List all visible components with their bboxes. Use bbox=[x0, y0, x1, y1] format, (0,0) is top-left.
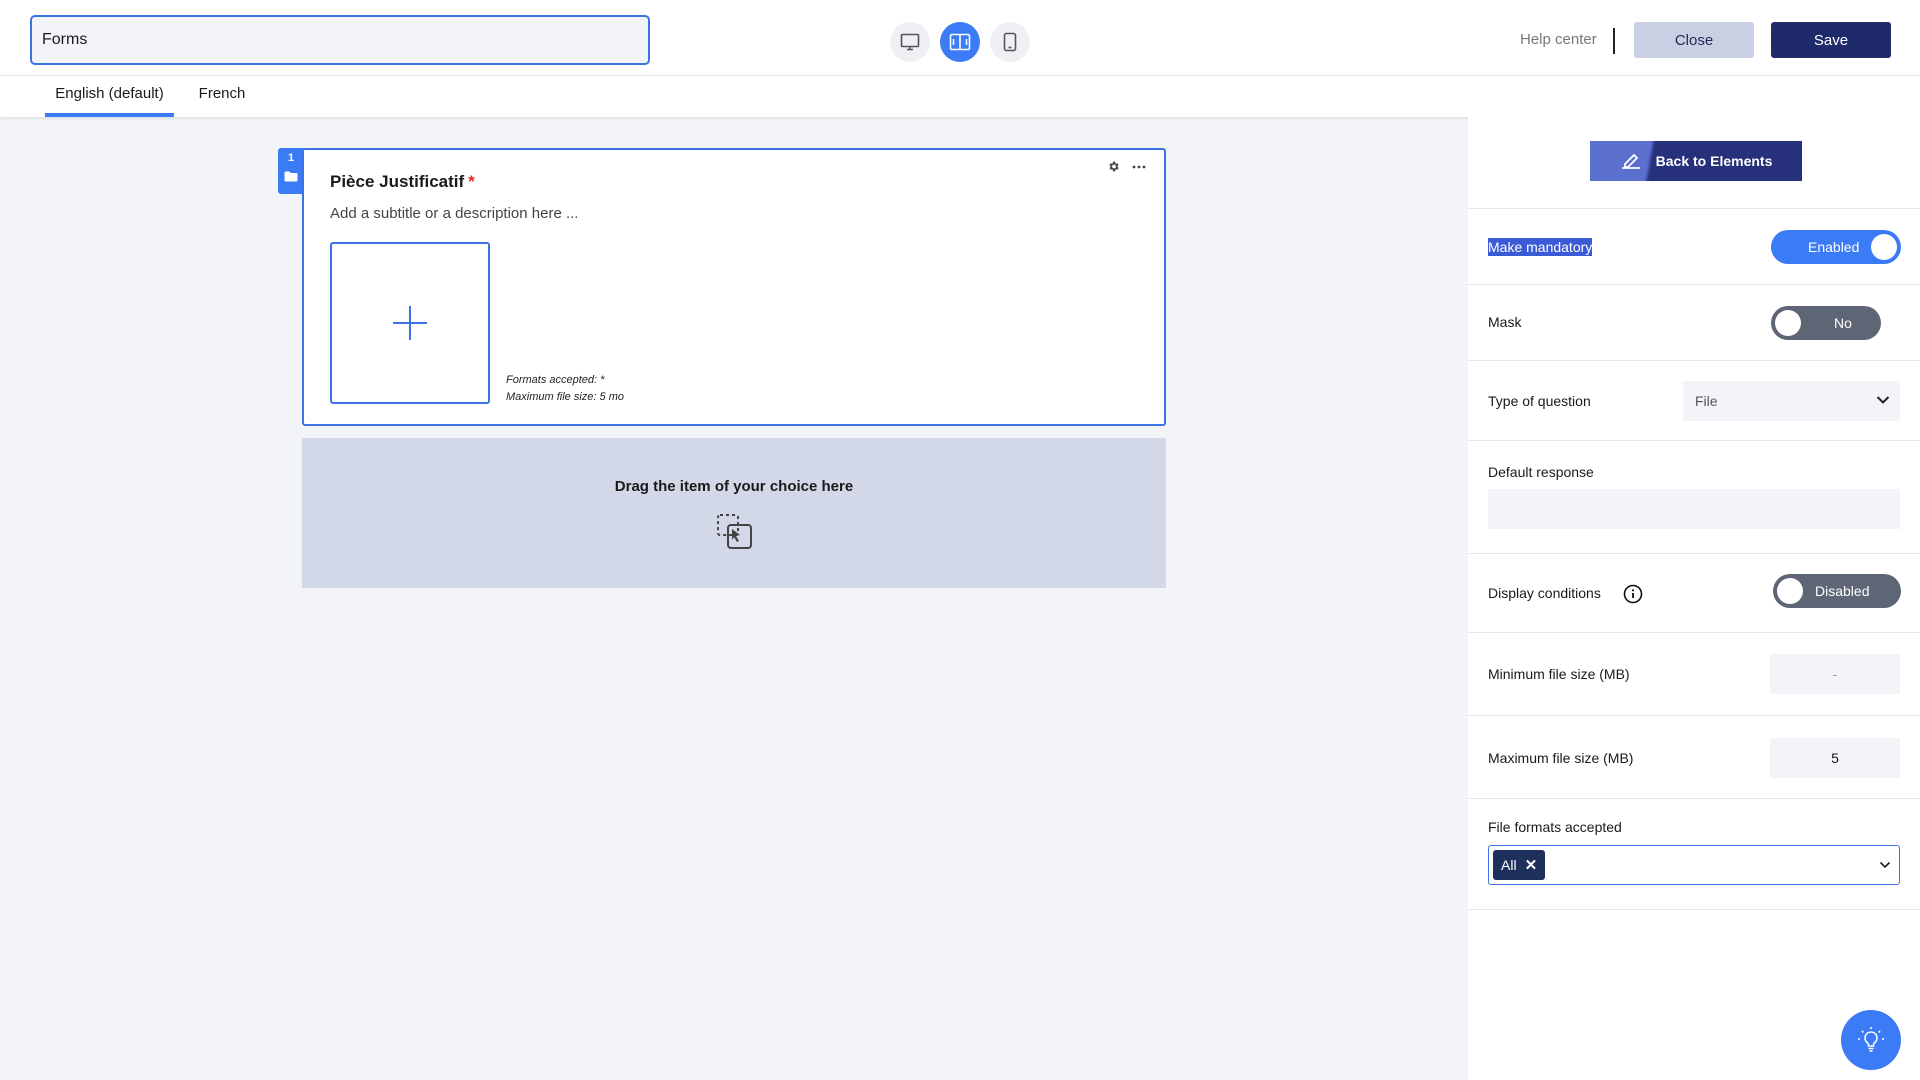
file-upload-box[interactable] bbox=[330, 242, 490, 404]
edit-icon bbox=[1621, 153, 1640, 169]
drop-zone-text: Drag the item of your choice here bbox=[614, 478, 854, 495]
save-button[interactable]: Save bbox=[1771, 22, 1891, 58]
desktop-icon bbox=[900, 33, 920, 51]
row-min-file-size: Minimum file size (MB) - bbox=[1468, 633, 1920, 716]
mobile-icon bbox=[1003, 32, 1017, 52]
row-type-of-question: Type of question File bbox=[1468, 361, 1920, 441]
format-chip-all: All ✕ bbox=[1493, 850, 1546, 880]
default-response-input[interactable] bbox=[1488, 489, 1900, 529]
tab-french[interactable]: French bbox=[190, 76, 254, 117]
required-marker: * bbox=[468, 172, 475, 191]
drop-zone[interactable]: Drag the item of your choice here bbox=[302, 438, 1166, 588]
mask-label: Mask bbox=[1488, 314, 1522, 330]
plus-icon bbox=[393, 306, 427, 340]
drag-drop-icon bbox=[717, 514, 752, 549]
question-number: 1 bbox=[287, 152, 295, 164]
folder-icon bbox=[284, 171, 298, 182]
mask-toggle[interactable]: No bbox=[1771, 306, 1881, 340]
type-of-question-label: Type of question bbox=[1488, 393, 1591, 409]
help-center-link[interactable]: Help center bbox=[1520, 31, 1597, 48]
chevron-down-icon bbox=[1876, 396, 1890, 404]
file-formats-label: File formats accepted bbox=[1488, 819, 1622, 835]
desktop-view-button[interactable] bbox=[890, 22, 930, 62]
make-mandatory-label: Make mandatory bbox=[1488, 238, 1593, 256]
display-conditions-label: Display conditions bbox=[1488, 585, 1601, 601]
min-file-size-label: Minimum file size (MB) bbox=[1488, 666, 1630, 682]
tips-button[interactable] bbox=[1841, 1010, 1901, 1070]
tab-english[interactable]: English (default) bbox=[45, 76, 174, 117]
make-mandatory-value: Enabled bbox=[1808, 239, 1860, 255]
upload-info: Formats accepted: * Maximum file size: 5… bbox=[506, 372, 624, 406]
properties-panel: Back to Elements Make mandatory Enabled … bbox=[1468, 117, 1920, 1080]
more-icon[interactable] bbox=[1132, 165, 1146, 169]
row-file-formats: File formats accepted All ✕ bbox=[1468, 799, 1920, 910]
default-response-label: Default response bbox=[1488, 464, 1594, 480]
row-display-conditions: Display conditions Disabled bbox=[1468, 554, 1920, 633]
question-title-text: Pièce Justificatif bbox=[330, 172, 465, 191]
row-mask: Mask No bbox=[1468, 285, 1920, 361]
file-formats-select[interactable]: All ✕ bbox=[1488, 845, 1900, 885]
type-of-question-select[interactable]: File bbox=[1683, 381, 1900, 421]
lightbulb-icon bbox=[1858, 1027, 1884, 1052]
max-file-size-input[interactable]: 5 bbox=[1770, 738, 1900, 778]
info-icon[interactable] bbox=[1623, 584, 1643, 604]
back-to-elements-label: Back to Elements bbox=[1655, 153, 1773, 169]
type-of-question-value: File bbox=[1695, 393, 1718, 409]
row-default-response: Default response bbox=[1468, 441, 1920, 554]
min-file-size-input[interactable]: - bbox=[1770, 654, 1900, 694]
question-number-badge: 1 bbox=[278, 148, 304, 194]
row-make-mandatory: Make mandatory Enabled bbox=[1468, 209, 1920, 285]
formats-accepted-text: Formats accepted: * bbox=[506, 374, 605, 386]
toggle-knob bbox=[1871, 234, 1897, 260]
language-tabs: English (default) French bbox=[0, 76, 1920, 117]
question-card[interactable]: Pièce Justificatif * Add a subtitle or a … bbox=[302, 148, 1166, 426]
row-max-file-size: Maximum file size (MB) 5 bbox=[1468, 716, 1920, 799]
mask-value: No bbox=[1834, 315, 1852, 331]
mobile-view-button[interactable] bbox=[990, 22, 1030, 62]
display-conditions-value: Disabled bbox=[1815, 583, 1870, 599]
max-file-size-label: Maximum file size (MB) bbox=[1488, 750, 1634, 766]
question-tools bbox=[1107, 160, 1146, 173]
header-divider bbox=[1613, 28, 1615, 54]
split-view-button[interactable] bbox=[940, 22, 980, 62]
form-title-input[interactable] bbox=[30, 15, 650, 65]
format-chip-label: All bbox=[1501, 857, 1517, 873]
display-conditions-toggle[interactable]: Disabled bbox=[1773, 574, 1901, 608]
toggle-knob bbox=[1777, 578, 1803, 604]
toggle-knob bbox=[1775, 310, 1801, 336]
chip-remove-icon[interactable]: ✕ bbox=[1525, 856, 1538, 874]
header: Help center Close Save bbox=[0, 0, 1920, 76]
chevron-down-icon bbox=[1879, 861, 1891, 869]
close-button[interactable]: Close bbox=[1634, 22, 1754, 58]
make-mandatory-toggle[interactable]: Enabled bbox=[1771, 230, 1901, 264]
back-to-elements-button[interactable]: Back to Elements bbox=[1590, 141, 1802, 181]
max-file-size-text: Maximum file size: 5 mo bbox=[506, 391, 624, 403]
split-view-icon bbox=[949, 33, 971, 51]
view-toggles bbox=[890, 22, 1030, 62]
gear-icon[interactable] bbox=[1107, 160, 1120, 173]
question-subtitle[interactable]: Add a subtitle or a description here ... bbox=[330, 205, 578, 222]
question-title[interactable]: Pièce Justificatif * bbox=[330, 172, 475, 192]
